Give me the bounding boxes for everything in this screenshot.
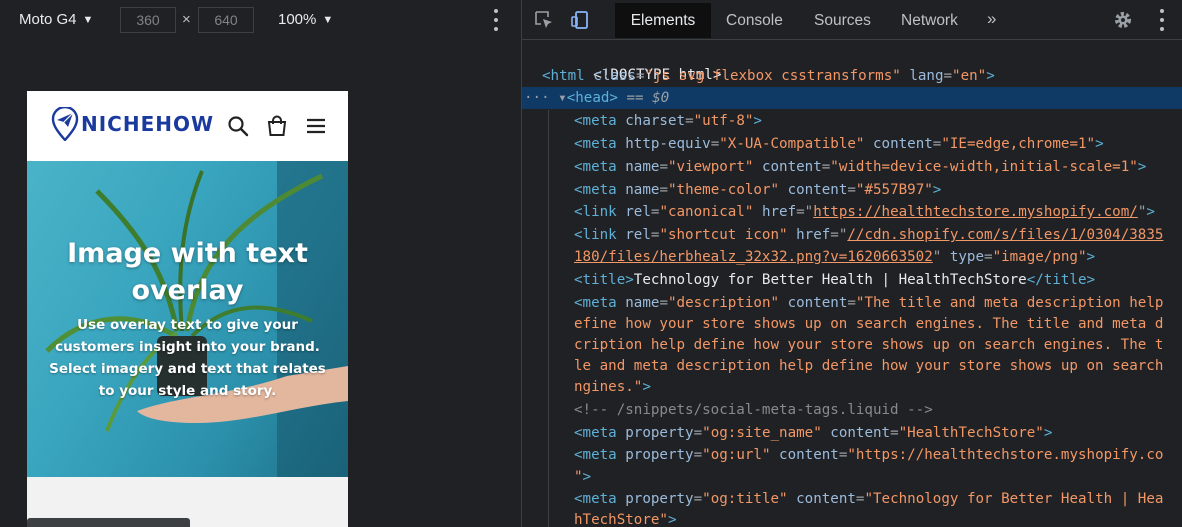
inspect-element-icon[interactable] [534,10,554,30]
dom-line-link-icon-cont[interactable]: 180/files/herbhealz_32x32.png?v=16206635… [574,246,1095,268]
dimension-separator: × [182,11,191,28]
dom-line-og-title-cont: hTechStore"> [574,512,677,527]
device-emulation-pane: Moto G4 ▼ 360 × 640 100% ▼ NICHEHOW Imag… [0,0,521,527]
phone-viewport: NICHEHOW Image with text overlay Use ove… [27,91,348,527]
device-toolbar-toggle-icon[interactable] [570,10,590,30]
dom-line-link-icon[interactable]: <link rel="shortcut icon" href="//cdn.sh… [574,224,1163,246]
zoom-label: 100% [278,11,317,28]
zoom-select[interactable]: 100% ▼ [278,11,333,28]
devtools-panel: Elements Console Sources Network » <!DOC… [522,0,1182,527]
dom-line-desc-cont-1: efine how your store shows up on search … [574,316,1164,332]
device-toolbar: Moto G4 ▼ 360 × 640 100% ▼ [0,0,521,40]
chevron-down-icon: ▼ [82,13,94,26]
site-logo[interactable]: NICHEHOW [51,107,214,141]
dom-tree: <!DOCTYPE html> <html class="js svg flex… [522,42,1182,527]
dom-line-meta-description[interactable]: <meta name="description" content="The ti… [574,292,1163,314]
selected-marker: == $0 [626,90,670,106]
device-select[interactable]: Moto G4 ▼ [19,11,93,28]
dom-line-desc-cont-4: ngines."> [574,379,651,395]
dom-line-head-selected[interactable]: ··· ▾<head> == $0 [524,87,669,109]
tab-console[interactable]: Console [726,3,783,38]
dom-line-link-canonical[interactable]: <link rel="canonical" href="https://heal… [574,201,1155,223]
dom-line-og-title[interactable]: <meta property="og:title" content="Techn… [574,488,1163,510]
tab-elements[interactable]: Elements [615,3,711,38]
dom-line-meta-http-equiv[interactable]: <meta http-equiv="X-UA-Compatible" conte… [574,133,1104,155]
hero-title: Image with text overlay [67,238,308,306]
height-input[interactable]: 640 [198,7,254,33]
dom-line-meta-charset[interactable]: <meta charset="utf-8"> [574,110,762,132]
hamburger-menu-icon[interactable] [305,115,327,137]
expand-triangle-icon: ▾ [558,90,567,106]
width-input[interactable]: 360 [120,7,176,33]
dom-line-html[interactable]: <html class="js svg flexbox csstransform… [542,65,995,87]
more-options-icon[interactable] [1156,9,1168,31]
dom-line-title[interactable]: <title>Technology for Better Health | He… [574,269,1095,291]
icon-link[interactable]: //cdn.shopify.com/s/files/1/0304/3835 [847,227,1163,243]
devtools-toolbar: Elements Console Sources Network » [522,0,1182,40]
more-options-icon[interactable] [490,9,502,31]
canonical-link[interactable]: https://healthtechstore.myshopify.com/ [813,204,1138,220]
search-icon[interactable] [227,115,249,137]
hero-image-banner: Image with text overlay Use overlay text… [27,161,348,477]
dom-line-og-site-name[interactable]: <meta property="og:site_name" content="H… [574,422,1052,444]
chevron-down-icon: ▼ [322,13,334,26]
site-header: NICHEHOW [27,91,348,159]
gear-icon[interactable] [1113,10,1133,30]
cart-icon[interactable] [266,115,288,137]
tab-sources[interactable]: Sources [814,3,871,38]
status-tooltip [27,518,190,527]
dom-line-og-url[interactable]: <meta property="og:url" content="https:/… [574,444,1163,466]
dom-line-desc-cont-3: le and meta description help define how … [574,358,1164,374]
device-name-label: Moto G4 [19,11,77,28]
tab-network[interactable]: Network [901,3,958,38]
dom-line-desc-cont-2: cription help define how your store show… [574,337,1164,353]
dom-line-og-url-cont: "> [574,469,592,485]
icon-link-cont[interactable]: 180/files/herbhealz_32x32.png?v=16206635… [574,249,933,265]
paper-plane-logo-icon [51,107,79,141]
dom-line-comment[interactable]: <!-- /snippets/social-meta-tags.liquid -… [574,399,933,421]
dom-line-meta-viewport[interactable]: <meta name="viewport" content="width=dev… [574,156,1146,178]
dom-line-meta-theme-color[interactable]: <meta name="theme-color" content="#557B9… [574,179,941,201]
hero-description: Use overlay text to give your customers … [49,317,326,399]
dom-line-doctype[interactable]: <!DOCTYPE html> [542,42,721,83]
more-tabs-icon[interactable]: » [987,9,996,29]
logo-wordmark: NICHEHOW [81,112,215,136]
tree-guide-line [548,110,549,527]
